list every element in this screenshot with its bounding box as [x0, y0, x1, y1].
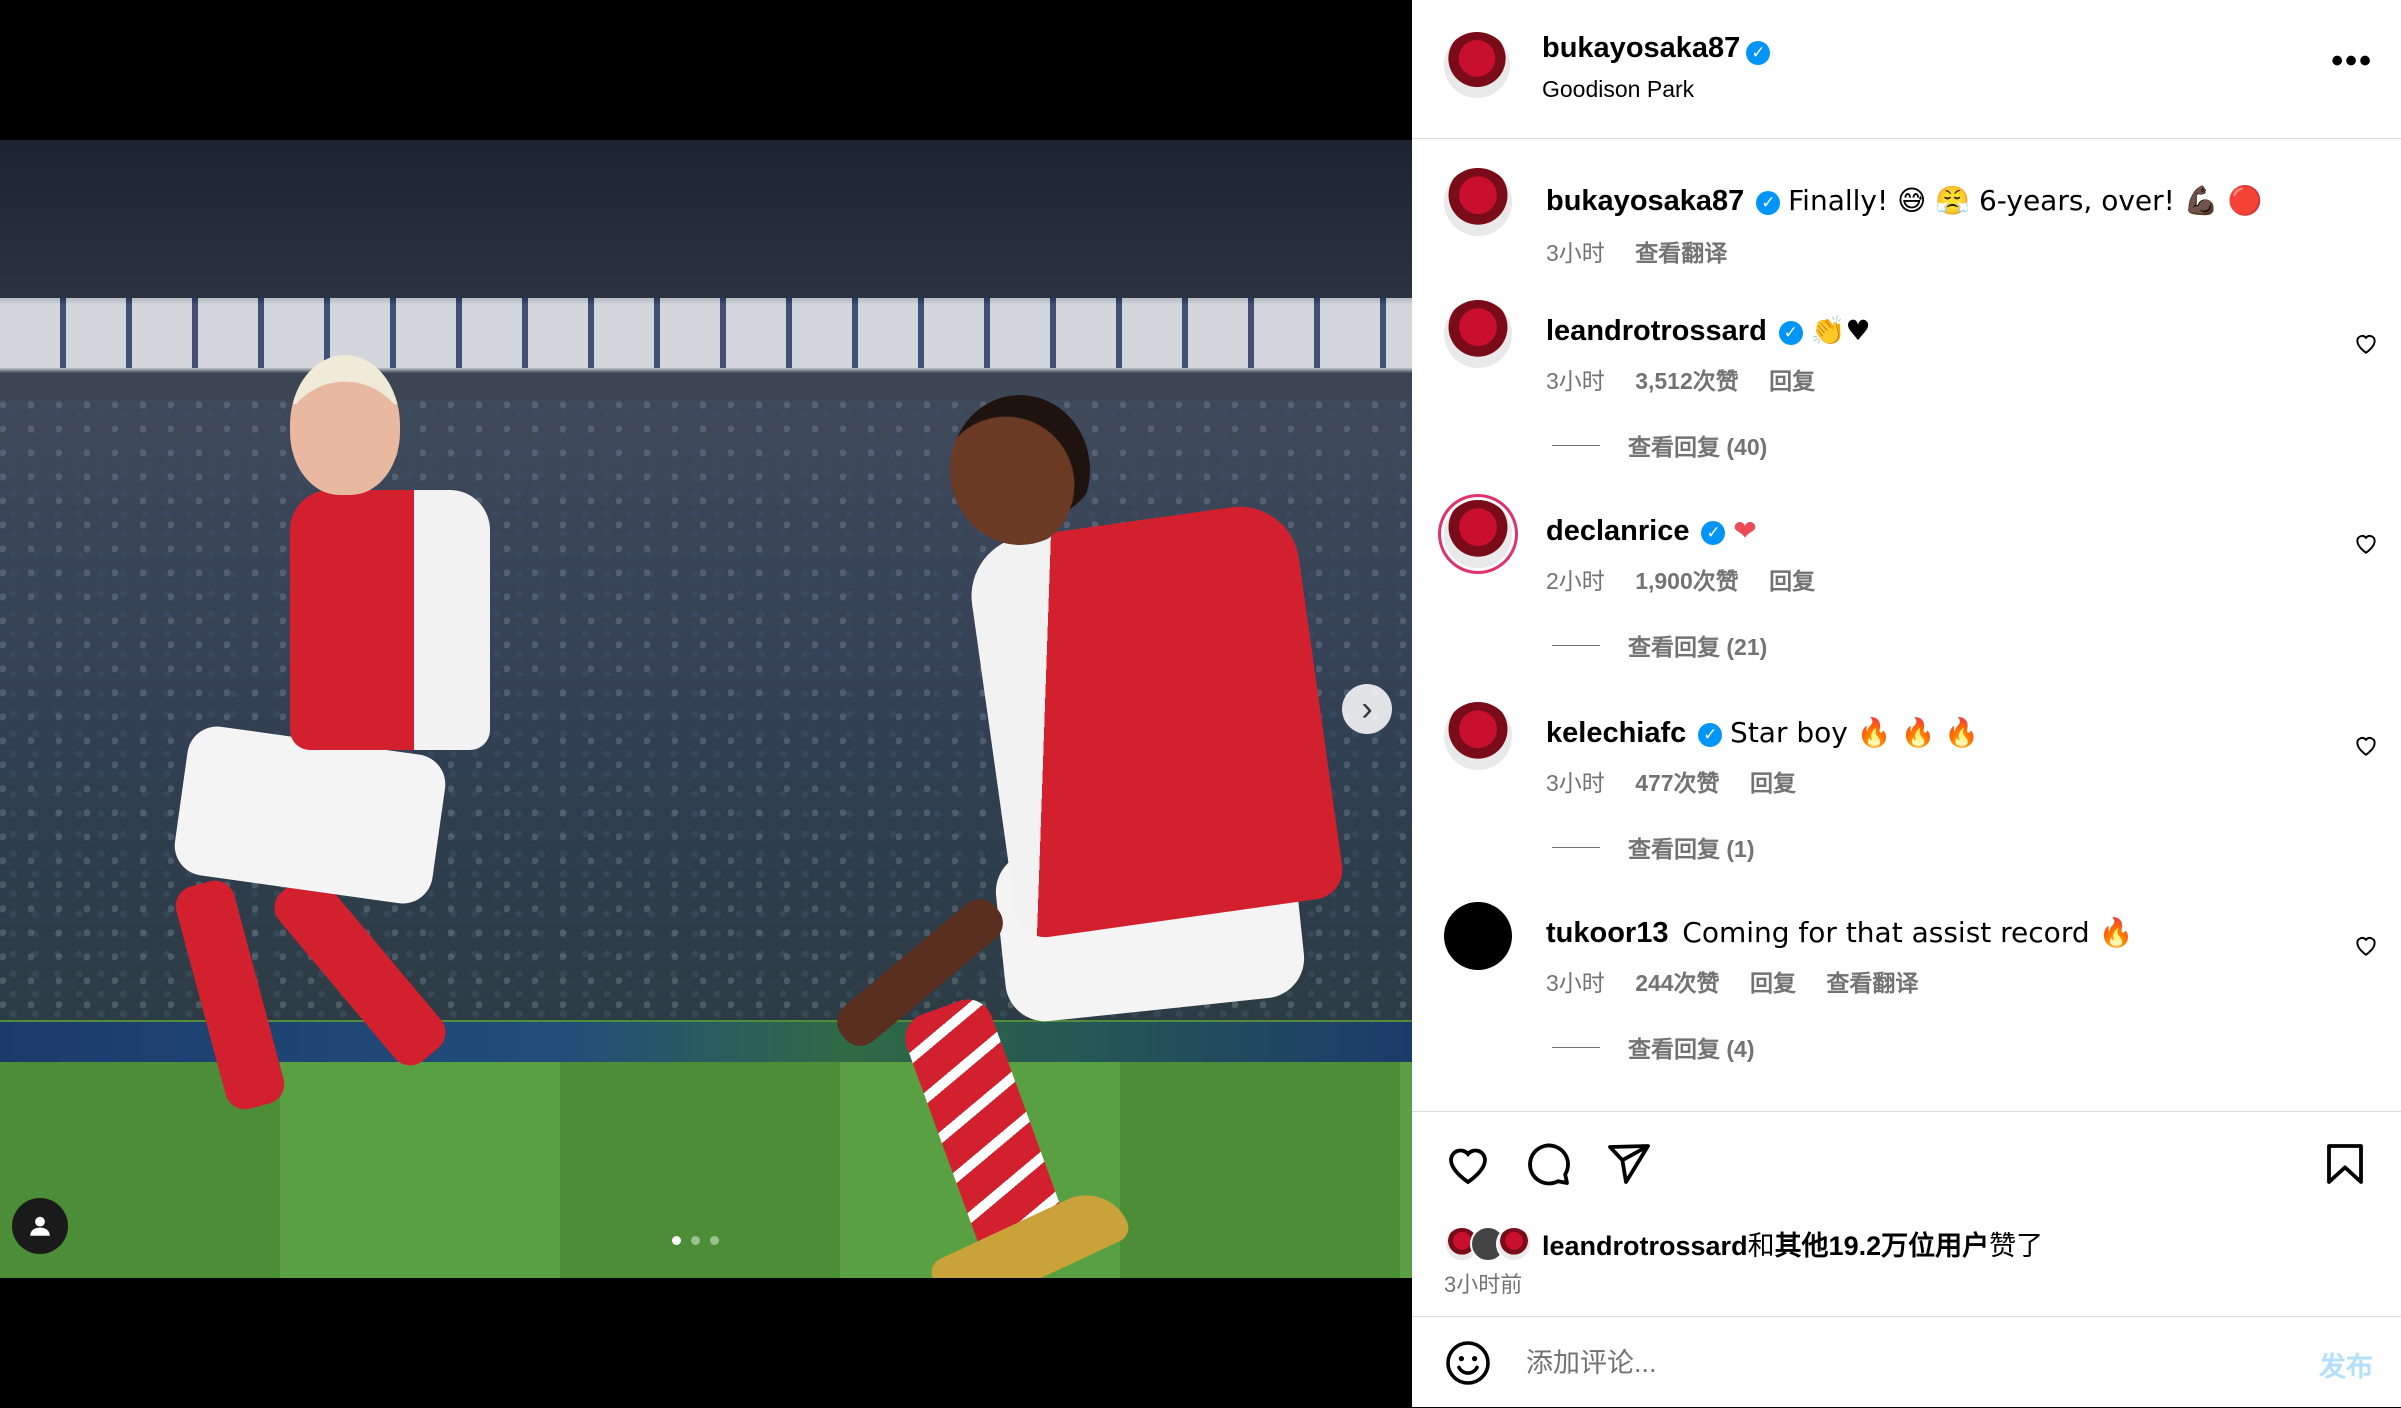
view-replies-label: 查看回复 (1)	[1628, 836, 1755, 862]
add-comment-bar: 发布	[1412, 1316, 2401, 1408]
comment-text: ❤	[1733, 514, 1757, 547]
carousel-dot	[691, 1236, 700, 1245]
comment-username[interactable]: tukoor13	[1546, 917, 1668, 949]
verified-badge-icon: ✓	[1698, 722, 1723, 747]
avatar[interactable]	[1444, 702, 1512, 770]
heart-icon[interactable]	[2353, 330, 2379, 356]
player-left-head	[290, 355, 400, 495]
avatar[interactable]	[1444, 500, 1512, 568]
avatar[interactable]	[1444, 902, 1512, 970]
view-replies-label: 查看回复 (21)	[1628, 634, 1768, 660]
comment-time[interactable]: 2小时	[1546, 568, 1605, 594]
comment-input[interactable]	[1524, 1339, 2208, 1387]
post-media: ›	[0, 0, 1412, 1407]
likes-suffix: 赞了	[1989, 1231, 2044, 1261]
heart-icon[interactable]	[2353, 530, 2379, 556]
player-right-shirt	[963, 498, 1347, 942]
caption-text: Finally! 😅 😤 6-years, over! 💪🏿 🔴	[1788, 184, 2263, 217]
view-replies-button[interactable]: 查看回复 (21)	[1552, 628, 1767, 662]
post-sidebar: bukayosaka87 ✓ Goodison Park ••• bukayosa…	[1412, 0, 2401, 1407]
post-photo[interactable]	[0, 140, 1412, 1278]
likes-connector: 和	[1747, 1231, 1775, 1261]
verified-badge-icon: ✓	[1746, 40, 1771, 65]
reply-link[interactable]: 回复	[1750, 970, 1796, 996]
heart-icon[interactable]	[2353, 932, 2379, 958]
caption-username[interactable]: bukayosaka87	[1546, 185, 1744, 217]
replies-divider	[1552, 444, 1600, 446]
player-right-head	[950, 395, 1090, 545]
verified-badge-icon: ✓	[1778, 320, 1803, 345]
comment-likes[interactable]: 477次赞	[1635, 770, 1719, 796]
comment-text: 👏♥	[1810, 314, 1871, 347]
replies-divider	[1552, 644, 1600, 646]
carousel-dot	[672, 1236, 681, 1245]
comment-text: Star boy 🔥 🔥 🔥	[1730, 716, 1980, 749]
carousel-indicator	[672, 1236, 719, 1245]
comment-likes[interactable]: 1,900次赞	[1635, 568, 1739, 594]
comment-time[interactable]: 3小时	[1546, 368, 1605, 394]
heart-icon[interactable]	[2353, 732, 2379, 758]
tagged-users-button[interactable]	[12, 1198, 68, 1254]
chevron-right-icon: ›	[1361, 689, 1373, 728]
player-left-shirt	[290, 490, 490, 750]
emoji-icon[interactable]	[1444, 1339, 1492, 1387]
comment-likes[interactable]: 244次赞	[1635, 970, 1719, 996]
view-replies-button[interactable]: 查看回复 (40)	[1552, 428, 1767, 462]
comments-list[interactable]: bukayosaka87 ✓ Finally! 😅 😤 6-years, over…	[1412, 138, 2401, 1111]
pitch	[0, 1062, 1412, 1278]
comment-username[interactable]: leandrotrossard	[1546, 315, 1767, 347]
comment-username[interactable]: declanrice	[1546, 515, 1689, 547]
avatar[interactable]	[1444, 32, 1510, 98]
post-header: bukayosaka87 ✓ Goodison Park •••	[1412, 0, 2401, 139]
replies-divider	[1552, 846, 1600, 848]
heart-icon[interactable]	[1444, 1140, 1492, 1188]
caption-time[interactable]: 3小时	[1546, 240, 1605, 266]
comment-text: Coming for that assist record 🔥	[1682, 916, 2134, 949]
verified-badge-icon: ✓	[1756, 190, 1781, 215]
view-replies-button[interactable]: 查看回复 (1)	[1552, 830, 1755, 864]
post-actions: leandrotrossard和其他19.2万位用户赞了 3小时前	[1412, 1111, 2401, 1317]
translate-link[interactable]: 查看翻译	[1635, 240, 1727, 266]
carousel-next-button[interactable]: ›	[1342, 684, 1392, 734]
avatar[interactable]	[1444, 300, 1512, 368]
comment-item: tukoor13 Coming for that assist record 🔥…	[1412, 902, 2401, 1062]
avatar	[1496, 1225, 1532, 1262]
comment-item: kelechiafc ✓ Star boy 🔥 🔥 🔥 3小时 477次赞 回复 …	[1412, 702, 2401, 862]
likes-summary[interactable]: leandrotrossard和其他19.2万位用户赞了	[1444, 1224, 2043, 1263]
reply-link[interactable]: 回复	[1769, 568, 1815, 594]
stadium-boards	[0, 298, 1412, 368]
post-timestamp[interactable]: 3小时前	[1444, 1267, 1522, 1299]
comment-likes[interactable]: 3,512次赞	[1635, 368, 1739, 394]
comment-icon[interactable]	[1524, 1140, 1572, 1188]
author-username[interactable]: bukayosaka87	[1542, 32, 1740, 64]
replies-divider	[1552, 1046, 1600, 1048]
carousel-dot	[710, 1236, 719, 1245]
comment-item: declanrice ✓ ❤ 2小时 1,900次赞 回复 查看回复 (21)	[1412, 500, 2401, 660]
post-location[interactable]: Goodison Park	[1542, 76, 1694, 103]
avatar[interactable]	[1444, 168, 1512, 236]
likes-others[interactable]: 其他19.2万位用户	[1775, 1231, 1990, 1261]
more-options-icon[interactable]: •••	[2331, 42, 2373, 81]
view-replies-label: 查看回复 (4)	[1628, 1036, 1755, 1062]
reply-link[interactable]: 回复	[1769, 368, 1815, 394]
comment-time[interactable]: 3小时	[1546, 970, 1605, 996]
likes-user[interactable]: leandrotrossard	[1542, 1231, 1748, 1261]
view-replies-button[interactable]: 查看回复 (4)	[1552, 1030, 1755, 1064]
send-icon[interactable]	[1604, 1140, 1652, 1188]
comment-time[interactable]: 3小时	[1546, 770, 1605, 796]
post-comment-button[interactable]: 发布	[2319, 1345, 2373, 1384]
user-tag-icon	[30, 1216, 50, 1236]
caption: bukayosaka87 ✓ Finally! 😅 😤 6-years, over…	[1412, 168, 2401, 278]
reply-link[interactable]: 回复	[1750, 770, 1796, 796]
translate-link[interactable]: 查看翻译	[1826, 970, 1918, 996]
verified-badge-icon: ✓	[1701, 520, 1726, 545]
bookmark-icon[interactable]	[2321, 1140, 2369, 1188]
view-replies-label: 查看回复 (40)	[1628, 434, 1768, 460]
comment-username[interactable]: kelechiafc	[1546, 717, 1686, 749]
comment-item: leandrotrossard ✓ 👏♥ 3小时 3,512次赞 回复 查看回复 …	[1412, 300, 2401, 460]
